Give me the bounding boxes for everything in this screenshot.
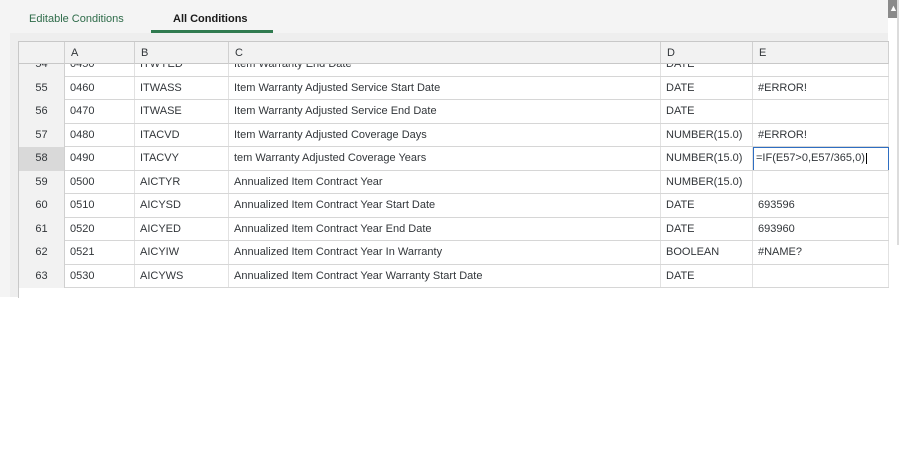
row-number[interactable]: 63 xyxy=(19,264,65,288)
cell-c[interactable]: Annualized Item Contract Year xyxy=(229,170,661,194)
row-number[interactable]: 58 xyxy=(19,147,65,171)
cell-a[interactable]: 0530 xyxy=(65,264,135,288)
cell-c[interactable]: Item Warranty Adjusted Service End Date xyxy=(229,100,661,124)
cell-e[interactable]: #ERROR! xyxy=(753,123,889,147)
cell-b[interactable]: AICYED xyxy=(135,217,229,241)
cell-e[interactable] xyxy=(753,170,889,194)
cell-e[interactable]: #ERROR! xyxy=(753,76,889,100)
column-header-e[interactable]: E xyxy=(753,42,889,64)
cell-c[interactable]: Annualized Item Contract Year Warranty S… xyxy=(229,264,661,288)
row-number[interactable]: 57 xyxy=(19,123,65,147)
conditions-panel: Editable Conditions All Conditions 54 045… xyxy=(0,0,889,298)
cell-a[interactable]: 0520 xyxy=(65,217,135,241)
row-number[interactable]: 59 xyxy=(19,170,65,194)
cell-b[interactable]: AICYWS xyxy=(135,264,229,288)
cell-d[interactable]: NUMBER(15.0) xyxy=(661,147,753,171)
cell-d[interactable]: DATE xyxy=(661,217,753,241)
cell-a[interactable]: 0500 xyxy=(65,170,135,194)
column-header-c[interactable]: C xyxy=(229,42,661,64)
column-header-d[interactable]: D xyxy=(661,42,753,64)
cell-b[interactable]: AICTYR xyxy=(135,170,229,194)
cell-e[interactable]: #NAME? xyxy=(753,241,889,265)
cell-d[interactable]: NUMBER(15.0) xyxy=(661,170,753,194)
cell-d[interactable]: DATE xyxy=(661,100,753,124)
cell-c[interactable]: tem Warranty Adjusted Coverage Years xyxy=(229,147,661,171)
row-number[interactable]: 55 xyxy=(19,76,65,100)
tab-bar: Editable Conditions All Conditions xyxy=(0,0,888,33)
formula-text: =IF(E57>0,E57/365,0) xyxy=(756,152,865,164)
cell-c[interactable]: Annualized Item Contract Year Start Date xyxy=(229,194,661,218)
column-header-a[interactable]: A xyxy=(65,42,135,64)
cell-c[interactable]: Annualized Item Contract Year End Date xyxy=(229,217,661,241)
cell-e[interactable] xyxy=(753,264,889,288)
row-number[interactable]: 60 xyxy=(19,194,65,218)
cell-c[interactable]: Annualized Item Contract Year In Warrant… xyxy=(229,241,661,265)
row-divider xyxy=(65,287,889,288)
cell-d[interactable]: BOOLEAN xyxy=(661,241,753,265)
cell-d[interactable]: DATE xyxy=(661,264,753,288)
corner-header[interactable] xyxy=(19,42,65,64)
cell-a[interactable]: 0480 xyxy=(65,123,135,147)
cell-e[interactable]: 693960 xyxy=(753,217,889,241)
cell-d[interactable]: DATE xyxy=(661,194,753,218)
cell-e[interactable]: 693596 xyxy=(753,194,889,218)
row-number[interactable]: 62 xyxy=(19,241,65,265)
cell-b[interactable]: ITWASE xyxy=(135,100,229,124)
cell-b[interactable]: AICYIW xyxy=(135,241,229,265)
spreadsheet-grid[interactable]: 54 0450 ITWYED Item Warranty End Date DATE 55… xyxy=(18,41,889,298)
cell-a[interactable]: 0490 xyxy=(65,147,135,171)
cell-b[interactable]: ITWASS xyxy=(135,76,229,100)
cell-d[interactable]: DATE xyxy=(661,76,753,100)
tab-all-conditions[interactable]: All Conditions xyxy=(173,13,248,25)
cell-a[interactable]: 0521 xyxy=(65,241,135,265)
cell-a[interactable]: 0460 xyxy=(65,76,135,100)
cell-b[interactable]: AICYSD xyxy=(135,194,229,218)
row-number[interactable]: 56 xyxy=(19,100,65,124)
cell-c[interactable]: Item Warranty Adjusted Service Start Dat… xyxy=(229,76,661,100)
spreadsheet-frame: 54 0450 ITWYED Item Warranty End Date DATE 55… xyxy=(10,33,889,298)
cell-b[interactable]: ITACVY xyxy=(135,147,229,171)
cell-a[interactable]: 0510 xyxy=(65,194,135,218)
tab-editable-conditions[interactable]: Editable Conditions xyxy=(29,13,124,25)
cell-e[interactable] xyxy=(753,100,889,124)
active-cell-editor[interactable]: =IF(E57>0,E57/365,0) xyxy=(753,147,889,171)
text-cursor xyxy=(865,152,867,164)
cell-d[interactable]: NUMBER(15.0) xyxy=(661,123,753,147)
row-number[interactable]: 61 xyxy=(19,217,65,241)
cell-b[interactable]: ITACVD xyxy=(135,123,229,147)
cell-c[interactable]: Item Warranty Adjusted Coverage Days xyxy=(229,123,661,147)
column-header-b[interactable]: B xyxy=(135,42,229,64)
cell-a[interactable]: 0470 xyxy=(65,100,135,124)
